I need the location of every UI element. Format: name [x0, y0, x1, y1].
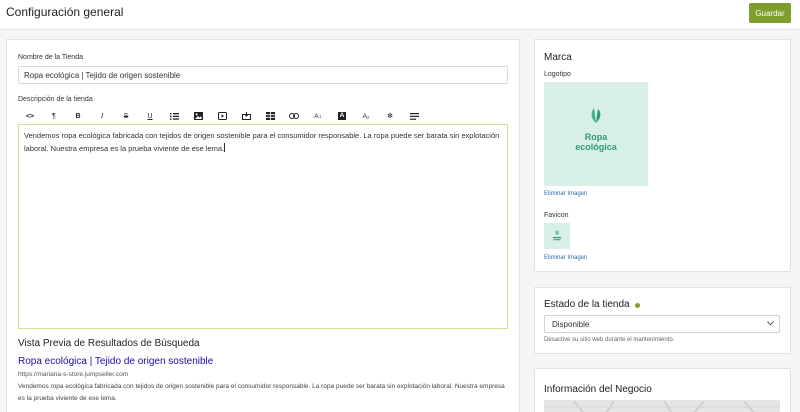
store-name-label: Nombre de la Tienda: [18, 54, 83, 61]
video-icon[interactable]: [210, 109, 234, 123]
paragraph-icon[interactable]: ¶: [42, 109, 66, 123]
seo-preview-heading: Vista Previa de Resultados de Búsqueda: [18, 338, 200, 349]
map-roads-graphic: [544, 400, 780, 412]
logo-text-line-2: ecológica: [575, 142, 617, 152]
logo-label: Logotipo: [544, 71, 571, 78]
strikethrough-icon[interactable]: S: [114, 109, 138, 123]
remove-favicon-link[interactable]: Eliminar Imagen: [544, 255, 587, 261]
seo-preview-url: https://mariana-s-store.jumpseller.com: [18, 371, 129, 378]
underline-icon[interactable]: U: [138, 109, 162, 123]
subscript-icon[interactable]: A₂: [354, 109, 378, 123]
image-icon[interactable]: [186, 109, 210, 123]
favicon-image[interactable]: [544, 223, 570, 249]
page-title: Configuración general: [6, 5, 124, 19]
favicon-leaf-icon: [553, 230, 561, 241]
seo-preview-description: Vendemos ropa ecológica fabricada con te…: [18, 383, 505, 402]
chevron-down-icon: [767, 321, 774, 326]
editor-toolbar: <> ¶ B I S U A↕ A A₂ ✻: [18, 109, 508, 123]
status-indicator-dot: [635, 303, 640, 308]
seo-preview-title[interactable]: Ropa ecológica | Tejido de origen sosten…: [18, 356, 213, 367]
text-color-glyph: A: [338, 112, 346, 120]
store-status-heading: Estado de la tienda: [544, 299, 630, 310]
font-size-icon[interactable]: A↕: [306, 109, 330, 123]
logo-wordmark: Ropa ecológica: [544, 132, 648, 152]
save-button[interactable]: Guardar: [749, 3, 791, 23]
business-info-heading: Información del Negocio: [544, 384, 652, 395]
store-description-label: Descripción de la tienda: [18, 96, 93, 103]
align-icon[interactable]: [402, 109, 426, 123]
bold-icon[interactable]: B: [66, 109, 90, 123]
link-icon[interactable]: [282, 109, 306, 123]
brand-heading: Marca: [544, 52, 572, 63]
top-bar: Configuración general Guardar: [0, 0, 800, 30]
remove-logo-link[interactable]: Eliminar Imagen: [544, 191, 587, 197]
special-chars-icon[interactable]: ✻: [378, 109, 402, 123]
description-editor[interactable]: Vendemos ropa ecológica fabricada con te…: [18, 124, 508, 329]
italic-icon[interactable]: I: [90, 109, 114, 123]
favicon-label: Favicon: [544, 212, 569, 219]
store-name-input[interactable]: Ropa ecológica | Tejido de origen sosten…: [18, 66, 508, 84]
logo-image[interactable]: Ropa ecológica: [544, 82, 648, 186]
list-icon[interactable]: [162, 109, 186, 123]
leaf-icon: [589, 106, 603, 129]
store-status-value: Disponible: [552, 319, 590, 329]
code-view-icon[interactable]: <>: [18, 109, 42, 123]
embed-icon[interactable]: [234, 109, 258, 123]
business-map[interactable]: [544, 400, 780, 412]
table-icon[interactable]: [258, 109, 282, 123]
logo-text-line-1: Ropa: [584, 132, 608, 142]
store-status-hint: Desactive su sitio web durante el manten…: [544, 337, 675, 343]
text-color-icon[interactable]: A: [330, 109, 354, 123]
store-status-select[interactable]: Disponible: [544, 315, 780, 333]
